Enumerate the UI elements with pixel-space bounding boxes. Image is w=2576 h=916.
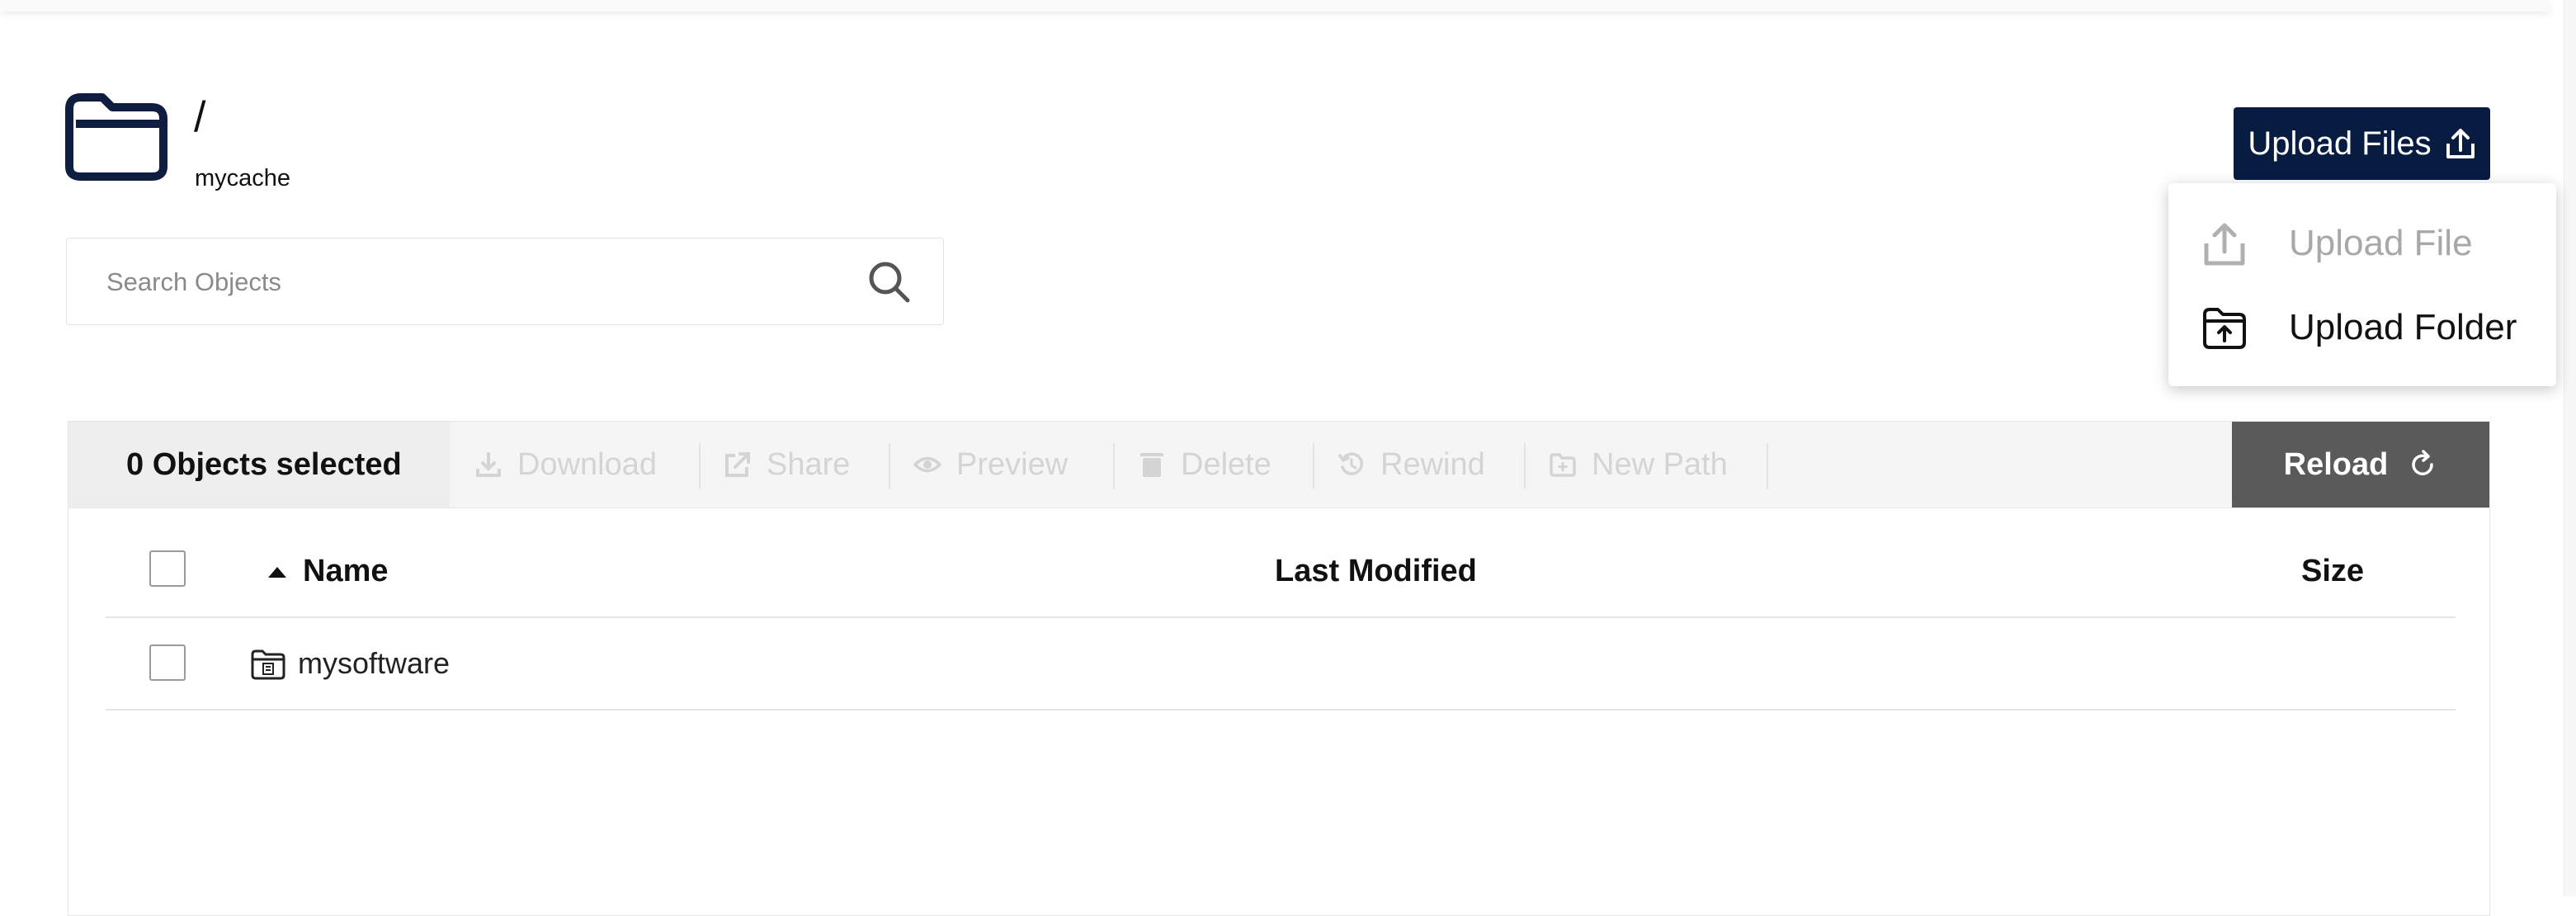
trash-icon — [1140, 453, 1163, 477]
eye-icon — [913, 456, 941, 473]
rewind-action[interactable]: Rewind — [1338, 422, 1485, 508]
download-icon — [476, 452, 501, 477]
sort-ascending-icon — [268, 566, 286, 578]
upload-folder-label: Upload Folder — [2289, 307, 2517, 347]
object-browser-panel: 0 Objects selected Download Share Previe… — [68, 421, 2490, 916]
toolbar-divider — [1767, 443, 1768, 489]
table-divider — [106, 616, 2456, 618]
row-checkbox[interactable] — [149, 645, 186, 681]
column-header-name-label: Name — [303, 554, 389, 588]
toolbar-divider — [1524, 443, 1526, 489]
folder-upload-icon — [2203, 308, 2246, 349]
upload-files-button[interactable]: Upload Files — [2234, 107, 2490, 180]
upload-icon — [2204, 223, 2245, 266]
share-action[interactable]: Share — [724, 422, 850, 508]
preview-action[interactable]: Preview — [913, 422, 1068, 508]
new-path-label: New Path — [1592, 446, 1728, 482]
toolbar-divider — [889, 443, 890, 489]
search-icon[interactable] — [866, 258, 912, 305]
delete-label: Delete — [1181, 446, 1271, 482]
new-path-action[interactable]: New Path — [1549, 422, 1728, 508]
select-all-checkbox[interactable] — [149, 550, 186, 587]
selected-count: 0 Objects selected — [68, 422, 450, 508]
share-label: Share — [767, 446, 851, 482]
row-name: mysoftware — [298, 646, 451, 680]
download-label: Download — [517, 446, 657, 482]
column-header-name[interactable]: Name — [267, 554, 389, 589]
delete-action[interactable]: Delete — [1138, 422, 1271, 508]
new-folder-icon — [1550, 453, 1576, 477]
toolbar-divider — [1113, 443, 1115, 489]
folder-icon — [65, 93, 167, 181]
download-action[interactable]: Download — [474, 422, 657, 508]
upload-folder-menu-item[interactable]: Upload Folder — [2168, 290, 2556, 365]
rewind-icon — [1338, 452, 1364, 475]
column-header-size[interactable]: Size — [2301, 554, 2364, 589]
page-scrollbar[interactable] — [2564, 0, 2576, 896]
refresh-icon — [2412, 450, 2434, 475]
preview-label: Preview — [956, 446, 1069, 482]
share-icon — [725, 452, 750, 477]
rewind-label: Rewind — [1380, 446, 1485, 482]
search-input[interactable] — [105, 238, 851, 326]
object-toolbar: 0 Objects selected Download Share Previe… — [68, 422, 2489, 508]
column-header-last-modified[interactable]: Last Modified — [1275, 554, 1477, 589]
reload-button[interactable]: Reload — [2232, 422, 2489, 508]
toolbar-divider — [1313, 443, 1314, 489]
table-divider — [106, 709, 2456, 711]
folder-icon — [251, 649, 285, 680]
toolbar-divider — [699, 443, 701, 489]
top-bar — [0, 0, 2550, 12]
search-box — [66, 238, 944, 326]
upload-menu: Upload File Upload Folder — [2168, 183, 2556, 386]
upload-icon — [2446, 129, 2475, 158]
bucket-name: mycache — [195, 165, 291, 191]
current-path: / — [194, 93, 206, 141]
reload-label: Reload — [2283, 446, 2389, 482]
upload-file-menu-item[interactable]: Upload File — [2168, 206, 2556, 281]
upload-file-label: Upload File — [2289, 223, 2473, 263]
upload-files-label: Upload Files — [2248, 125, 2432, 162]
